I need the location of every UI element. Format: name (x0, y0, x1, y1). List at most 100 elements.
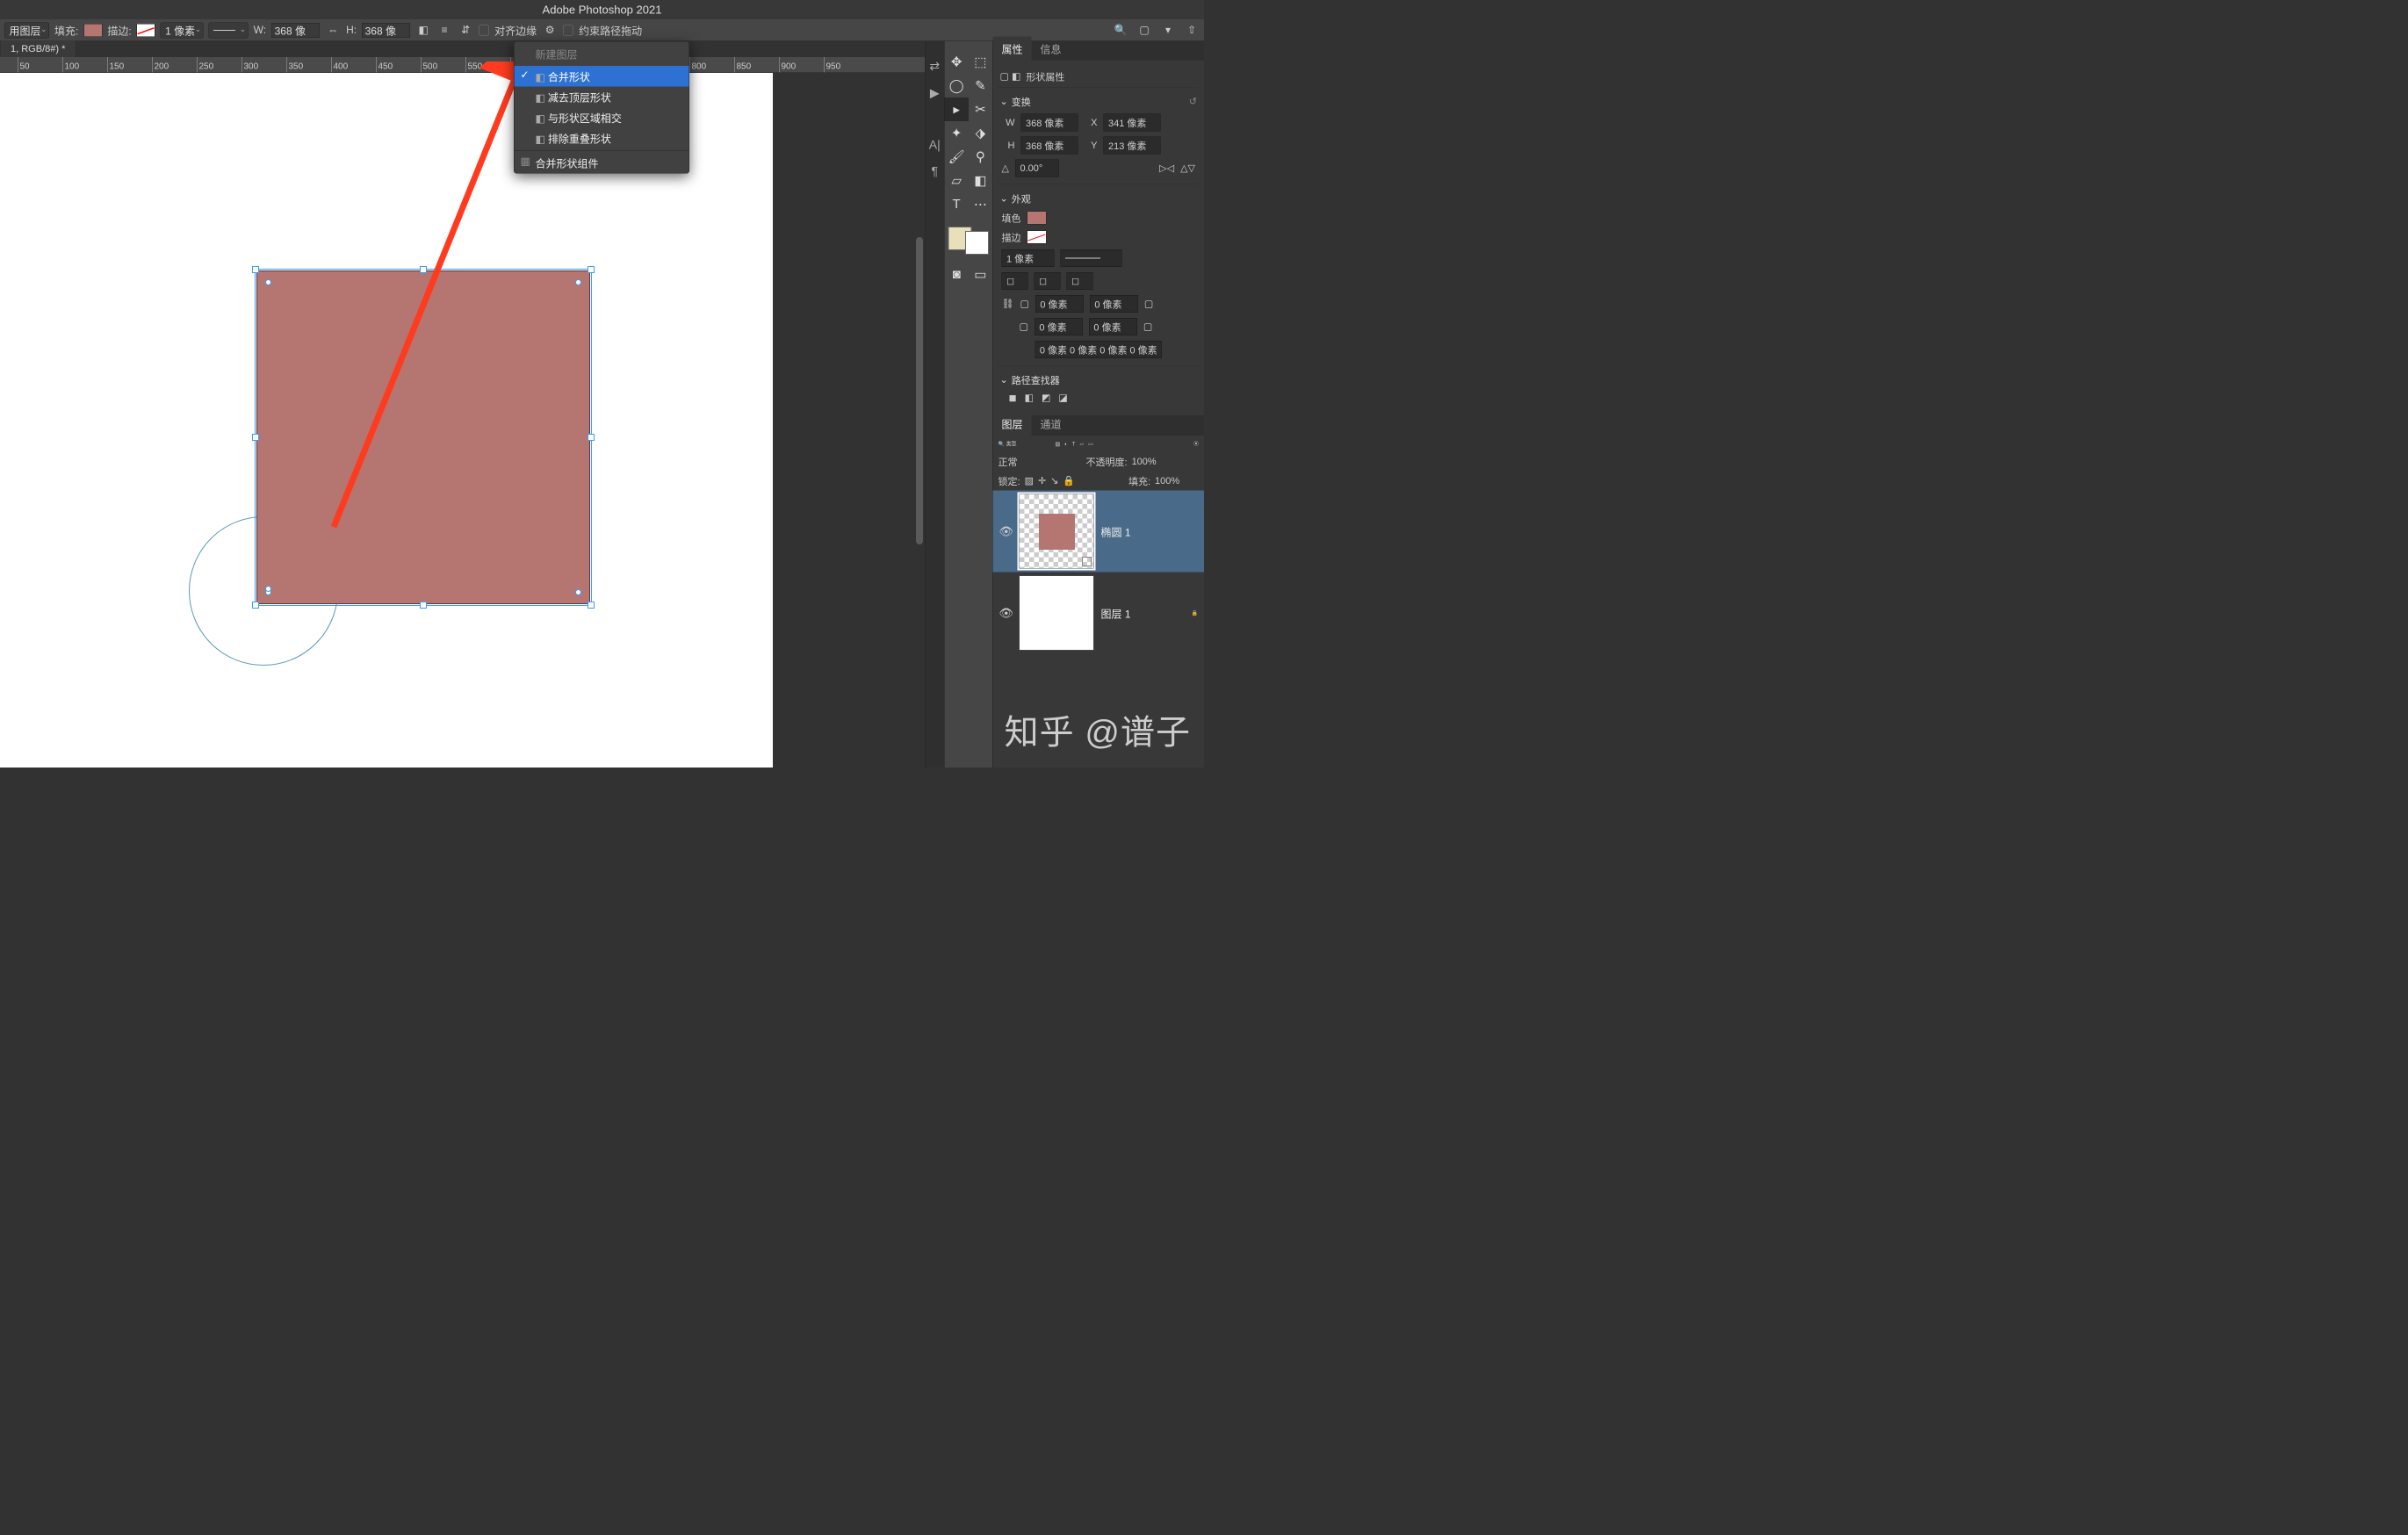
filter-toggle-icon[interactable]: ⦿ (1193, 440, 1199, 448)
stroke-style-dropdown[interactable] (209, 22, 249, 38)
stroke-align[interactable]: ◻ (1067, 272, 1093, 290)
handle-ml[interactable] (252, 434, 259, 441)
path-ops-icon[interactable]: ◧ (415, 22, 431, 38)
dropdown-item[interactable]: ✓◧合并形状 (515, 66, 689, 87)
section-pathfinder-title[interactable]: 路径查找器 (1012, 373, 1060, 387)
quickmask-icon[interactable]: ◙ (945, 263, 969, 286)
filter-shape-icon[interactable]: ▱ (1079, 441, 1084, 447)
tab-layers[interactable]: 图层 (993, 412, 1032, 436)
stamp-tool-icon[interactable]: ⚲ (969, 145, 992, 169)
dock-icon-2[interactable]: ▶ (930, 86, 940, 101)
corner-br[interactable]: 0 像素 (1089, 318, 1137, 335)
stroke-width-dropdown[interactable]: 1 像素 (161, 22, 204, 38)
flip-h-icon[interactable]: ▷◁ (1159, 162, 1174, 174)
pathfinder-subtract-icon[interactable]: ◧ (1025, 393, 1034, 404)
blend-mode-dropdown[interactable]: 正常 (999, 455, 1082, 469)
dock-type-icon[interactable]: A| (929, 138, 941, 152)
layer-mode-dropdown[interactable]: 用图层 (4, 22, 49, 38)
fill-opacity-field[interactable]: 100% (1155, 475, 1199, 486)
dock-para-icon[interactable]: ¶ (931, 164, 938, 178)
eraser-tool-icon[interactable]: ▱ (945, 169, 969, 192)
align-edges-checkbox[interactable] (479, 25, 489, 35)
pathfinder-intersect-icon[interactable]: ◩ (1042, 393, 1050, 404)
share-icon[interactable]: ⇧ (1184, 22, 1200, 38)
ellipse-tool-icon[interactable]: ◯ (945, 74, 969, 97)
handle-br[interactable] (588, 602, 595, 609)
lock-pixels-icon[interactable]: ▨ (1025, 475, 1034, 486)
dropdown-item[interactable]: ◧减去顶层形状 (515, 87, 689, 108)
dropdown-item[interactable]: ◧与形状区域相交 (515, 107, 689, 128)
filter-smart-icon[interactable]: ▭ (1088, 441, 1093, 447)
workspace-menu-icon[interactable]: ▾ (1160, 22, 1176, 38)
prop-stroke-size[interactable]: 1 像素 (1002, 249, 1055, 267)
corner-tr[interactable]: 0 像素 (1090, 295, 1138, 313)
more-tool-icon[interactable]: ⋯ (969, 192, 992, 216)
path-select-tool-icon[interactable]: ▸ (945, 97, 969, 121)
anchor-tl[interactable] (265, 279, 271, 285)
lock-nested-icon[interactable]: ↘ (1050, 475, 1058, 486)
fill-swatch[interactable] (83, 24, 102, 37)
handle-mr[interactable] (588, 434, 595, 441)
stroke-swatch[interactable] (137, 24, 155, 37)
lock-position-icon[interactable]: ✛ (1038, 475, 1046, 486)
anchor-br[interactable] (575, 589, 581, 595)
handle-bm[interactable] (420, 602, 427, 609)
lock-all-icon[interactable]: 🔒 (1063, 475, 1075, 486)
tab-channels[interactable]: 通道 (1032, 412, 1071, 436)
frames-icon[interactable]: ▢ (1136, 22, 1152, 38)
filter-type-icon[interactable]: T (1072, 441, 1076, 447)
layer-row[interactable]: 👁椭圆 1 (993, 491, 1205, 573)
corner-tl[interactable]: 0 像素 (1035, 295, 1084, 313)
wand-tool-icon[interactable]: ✦ (945, 121, 969, 145)
anchor-tr[interactable] (575, 279, 581, 285)
handle-bl[interactable] (252, 602, 259, 609)
anchor-extra[interactable] (265, 586, 271, 592)
opacity-field[interactable]: 100% (1132, 456, 1176, 467)
handle-tr[interactable] (588, 266, 595, 273)
filter-pixel-icon[interactable]: ▨ (1056, 441, 1061, 447)
marquee-tool-icon[interactable]: ⬚ (969, 50, 992, 74)
prop-h-field[interactable]: 368 像素 (1021, 137, 1078, 155)
pathfinder-unite-icon[interactable]: ◼ (1009, 393, 1017, 404)
dropdown-footer-item[interactable]: ▦ 合并形状组件 (515, 153, 689, 174)
prop-w-field[interactable]: 368 像素 (1021, 114, 1078, 132)
prop-fill-swatch[interactable] (1027, 212, 1047, 225)
handle-tl[interactable] (252, 266, 259, 273)
width-field[interactable]: 368 像 (271, 23, 320, 38)
prop-stroke-style[interactable] (1061, 249, 1122, 267)
tab-info[interactable]: 信息 (1032, 37, 1071, 61)
type-tool-icon[interactable]: T (945, 192, 969, 216)
visibility-icon[interactable]: 👁 (999, 606, 1013, 620)
dropdown-item[interactable]: ◧排除重叠形状 (515, 128, 689, 149)
stroke-join[interactable]: ◻ (1035, 272, 1061, 290)
filter-adjust-icon[interactable]: ◐ (1064, 441, 1068, 447)
height-field[interactable]: 368 像 (362, 23, 410, 38)
layer-row[interactable]: 👁图层 1🔒 (993, 573, 1205, 654)
link-corners-icon[interactable]: ⛓ (1002, 299, 1014, 310)
flip-v-icon[interactable]: △▽ (1180, 162, 1195, 174)
align-icon[interactable]: ≡ (436, 22, 452, 38)
tab-properties[interactable]: 属性 (993, 37, 1032, 61)
arrange-icon[interactable]: ⇵ (458, 22, 473, 38)
gradient-tool-icon[interactable]: ◧ (969, 169, 992, 192)
search-icon[interactable]: 🔍 (1113, 22, 1128, 38)
prop-stroke-swatch[interactable] (1027, 231, 1047, 244)
constrain-checkbox[interactable] (563, 25, 573, 35)
section-transform-title[interactable]: 变换 (1012, 95, 1031, 109)
stroke-cap[interactable]: ◻ (1002, 272, 1028, 290)
foreground-background-swatch[interactable] (945, 223, 993, 258)
corner-bl[interactable]: 0 像素 (1035, 318, 1083, 335)
vertical-scrollbar[interactable] (916, 237, 923, 544)
pen-tool-icon[interactable]: ✎ (969, 74, 992, 97)
dock-icon-1[interactable]: ⇄ (929, 59, 940, 74)
reset-icon[interactable]: ↺ (1189, 96, 1197, 107)
prop-angle-field[interactable]: 0.00° (1015, 160, 1059, 177)
visibility-icon[interactable]: 👁 (999, 524, 1013, 538)
prop-x-field[interactable]: 341 像素 (1104, 114, 1161, 132)
brush-tool-icon[interactable]: 🖌 (945, 145, 969, 169)
prop-y-field[interactable]: 213 像素 (1104, 137, 1161, 155)
document-tab[interactable]: 1, RGB/8#) * (1, 40, 75, 57)
layer-filter-dropdown[interactable]: 🔍 类型 (999, 440, 1051, 448)
link-wh-icon[interactable]: ⇔ (325, 22, 341, 38)
transform-tool-icon[interactable]: ⬗ (969, 121, 992, 145)
